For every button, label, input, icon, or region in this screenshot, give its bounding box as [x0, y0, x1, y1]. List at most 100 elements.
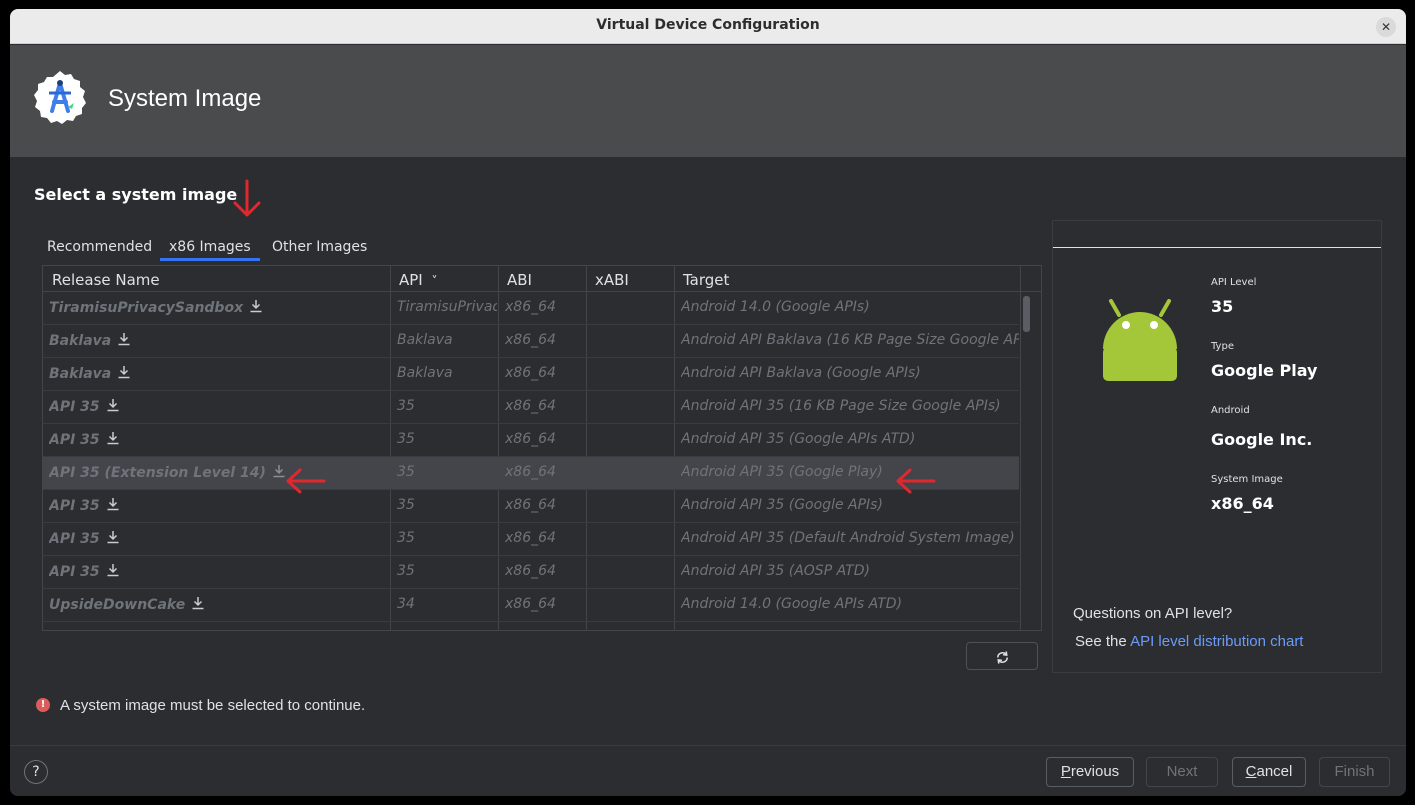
tab-x86-images[interactable]: x86 Images [160, 227, 260, 261]
previous-button[interactable]: Previous [1046, 757, 1134, 787]
cell-target-text: Android API 35 (AOSP ATD) [681, 563, 870, 579]
table-row[interactable]: UpsideDownCake 34 x86_64 Android 14.0 (Goog… [43, 589, 1019, 622]
sort-chevron-icon: ˅ [431, 274, 438, 288]
tab-recommended[interactable]: Recommended [38, 227, 161, 261]
help-icon[interactable]: ? [24, 760, 48, 784]
table-row[interactable]: Baklava Baklava x86_64 Android API Baklava … [43, 325, 1019, 358]
cell-abi: x86_64 [505, 431, 585, 447]
download-icon[interactable] [106, 530, 120, 544]
cell-name-text: UpsideDownCake [49, 597, 186, 613]
cell-name: API 35 (Extension Level 14) [49, 464, 389, 481]
cell-api-text: 35 [397, 530, 415, 546]
content-area: Select a system image Recommended x86 Im… [10, 157, 1406, 745]
table-row[interactable]: API 35 35 x86_64 Android API 35 (Google API… [43, 424, 1019, 457]
cell-abi: x86_64 [505, 299, 585, 315]
finish-button[interactable]: Finish [1319, 757, 1390, 787]
cell-abi-text: x86_64 [505, 530, 556, 546]
image-details-panel: API Level 35 Type Google Play Android Go… [1052, 220, 1382, 673]
column-header-api[interactable]: API ˅ [399, 271, 438, 289]
close-icon[interactable]: ✕ [1376, 17, 1396, 37]
section-title: Select a system image [34, 185, 238, 204]
table-scrollbar[interactable] [1021, 292, 1031, 630]
column-header-target[interactable]: Target [683, 271, 729, 289]
cell-target-text: Android API 35 (Google APIs) [681, 497, 883, 513]
download-icon[interactable] [106, 398, 120, 412]
cell-api-text: 35 [397, 431, 415, 447]
cell-api: 35 [397, 398, 497, 414]
cell-target: Android API 35 (Google Play) [681, 464, 1019, 480]
table-header: Release Name API ˅ ABI xABI Target [43, 266, 1041, 292]
cell-abi-text: x86_64 [505, 332, 556, 348]
system-image-label: System Image [1211, 474, 1283, 485]
download-icon[interactable] [106, 431, 120, 445]
scrollbar-thumb[interactable] [1023, 296, 1030, 332]
download-icon[interactable] [117, 332, 131, 346]
cell-abi: x86_64 [505, 497, 585, 513]
download-icon[interactable] [191, 596, 205, 610]
tab-other-images[interactable]: Other Images [263, 227, 376, 261]
cell-api-text: 35 [397, 398, 415, 414]
android-robot-icon [1103, 299, 1177, 381]
cell-name-text: API 35 (Extension Level 14) [49, 465, 266, 481]
column-header-xabi[interactable]: xABI [595, 271, 629, 289]
api-distribution-link[interactable]: API level distribution chart [1130, 633, 1303, 650]
api-question: Questions on API level? [1073, 605, 1233, 622]
cell-api: 35 [397, 431, 497, 447]
table-row[interactable]: API 35 35 x86_64 Android API 35 (16 KB Page… [43, 391, 1019, 424]
table-row[interactable]: TiramisuPrivacySandbox TiramisuPrivacySan… [43, 292, 1019, 325]
cell-api-text: TiramisuPrivacySandbox [397, 299, 497, 315]
cell-target-text: Android API 35 (Default Android System I… [681, 530, 1015, 546]
system-image-table: Release Name API ˅ ABI xABI Target Tiram… [42, 265, 1042, 631]
cell-target-text: Android API 35 (16 KB Page Size Google A… [681, 398, 1001, 414]
cell-api: TiramisuPrivacySandbox [397, 299, 497, 315]
column-header-release-name[interactable]: Release Name [52, 271, 160, 289]
cell-abi-text: x86_64 [505, 299, 556, 315]
table-row[interactable]: Baklava Baklava x86_64 Android API Baklava … [43, 358, 1019, 391]
table-row[interactable]: API 35 35 x86_64 Android API 35 (Google API… [43, 490, 1019, 523]
annotation-arrow-left-icon [896, 468, 936, 494]
cell-name: API 35 [49, 530, 389, 547]
next-button[interactable]: Next [1146, 757, 1218, 787]
column-header-abi[interactable]: ABI [507, 271, 532, 289]
cell-abi: x86_64 [505, 596, 585, 612]
download-icon[interactable] [106, 497, 120, 511]
cell-target: Android API Baklava (Google APIs) [681, 365, 1019, 381]
refresh-button[interactable] [966, 642, 1038, 670]
cell-name: UpsideDownCake [49, 596, 389, 613]
cell-api-text: 35 [397, 563, 415, 579]
wizard-header: System Image [10, 45, 1406, 157]
table-row[interactable]: API 35 35 x86_64 Android API 35 (AOSP ATD) [43, 556, 1019, 589]
cancel-button[interactable]: Cancel [1232, 757, 1306, 787]
api-level-label: API Level [1211, 277, 1257, 288]
cell-abi-text: x86_64 [505, 596, 556, 612]
cell-abi: x86_64 [505, 563, 585, 579]
cell-api-text: 35 [397, 464, 415, 480]
cell-target: Android API 35 (AOSP ATD) [681, 563, 1019, 579]
download-icon[interactable] [117, 365, 131, 379]
cell-abi-text: x86_64 [505, 464, 556, 480]
annotation-arrow-left-icon [286, 468, 326, 494]
cell-api-text: Baklava [397, 332, 453, 348]
download-icon[interactable] [106, 563, 120, 577]
cell-name: TiramisuPrivacySandbox [49, 299, 389, 316]
cell-abi-text: x86_64 [505, 365, 556, 381]
cell-target: Android API 35 (Google APIs ATD) [681, 431, 1019, 447]
cell-abi: x86_64 [505, 365, 585, 381]
cell-target-text: Android API Baklava (Google APIs) [681, 365, 921, 381]
download-icon[interactable] [249, 299, 263, 313]
table-row[interactable]: API 35 35 x86_64 Android API 35 (Default An… [43, 523, 1019, 556]
cell-target-text: Android 14.0 (Google APIs ATD) [681, 596, 903, 612]
table-row[interactable]: API 35 (Extension Level 14) 35 x86_64 Andro… [43, 457, 1019, 490]
cell-api-text: 35 [397, 497, 415, 513]
cell-api: Baklava [397, 365, 497, 381]
previous-label: revious [1070, 763, 1120, 780]
cell-name: API 35 [49, 563, 389, 580]
cell-name-text: Baklava [49, 366, 112, 382]
cell-name: Baklava [49, 332, 389, 349]
cancel-label: ancel [1256, 763, 1293, 780]
api-level-value: 35 [1211, 297, 1234, 316]
cell-abi: x86_64 [505, 332, 585, 348]
annotation-arrow-down-icon [233, 179, 261, 217]
cell-abi-text: x86_64 [505, 497, 556, 513]
cell-name-text: API 35 [49, 498, 100, 514]
